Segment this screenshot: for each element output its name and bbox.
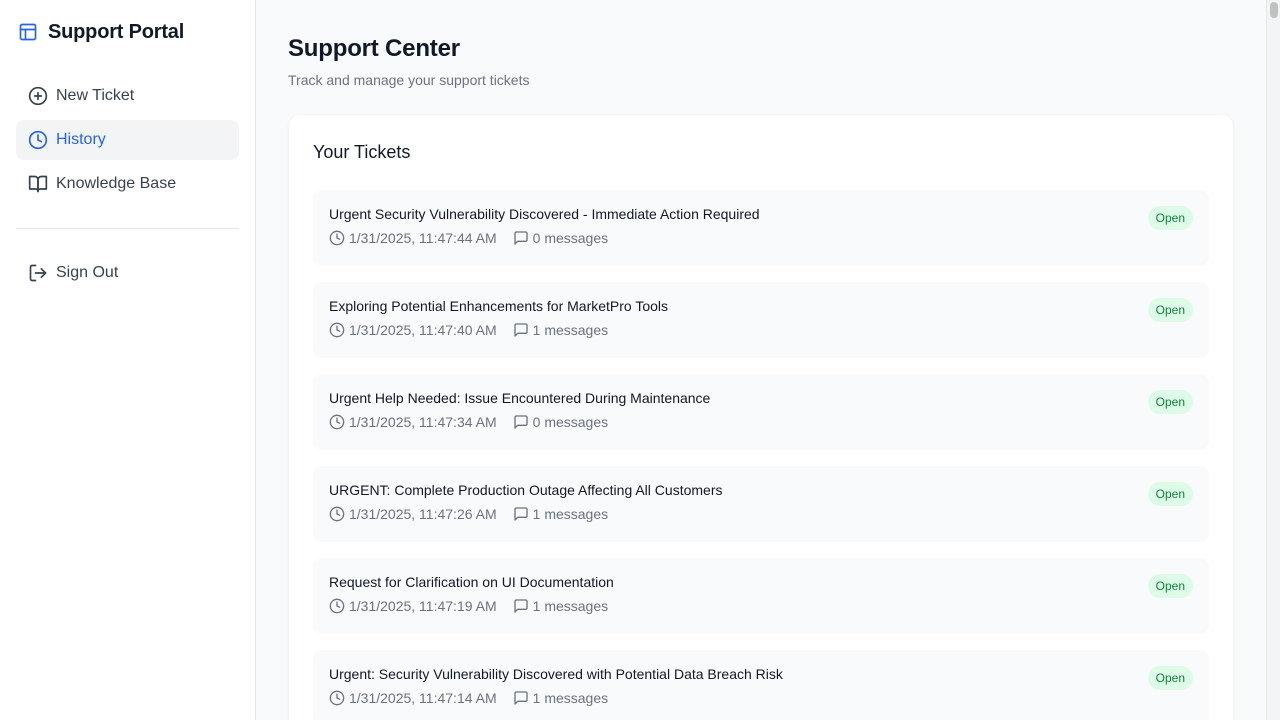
messages-count: 1 messages — [532, 690, 609, 706]
ticket-title: Exploring Potential Enhancements for Mar… — [329, 298, 669, 314]
sidebar-item-label: New Ticket — [56, 87, 135, 104]
sidebar-item-knowledge-base[interactable]: Knowledge Base — [16, 164, 239, 204]
message-square-icon — [513, 322, 529, 338]
ticket-messages: 1 messages — [513, 320, 608, 340]
messages-count: 0 messages — [532, 414, 609, 430]
status-badge: Open — [1147, 390, 1193, 414]
message-square-icon — [513, 598, 529, 614]
status-badge: Open — [1147, 206, 1193, 230]
page-subtitle: Track and manage your support tickets — [288, 72, 530, 88]
ticket-messages: 1 messages — [513, 596, 608, 616]
messages-count: 1 messages — [532, 598, 609, 614]
messages-count: 1 messages — [532, 506, 609, 522]
status-badge: Open — [1147, 298, 1193, 322]
ticket-timestamp: 1/31/2025, 11:47:26 AM — [329, 504, 497, 524]
message-square-icon — [513, 690, 529, 706]
message-square-icon — [513, 230, 529, 246]
sidebar-item-history[interactable]: History — [16, 120, 239, 160]
ticket-timestamp: 1/31/2025, 11:47:19 AM — [329, 596, 497, 616]
messages-count: 1 messages — [532, 322, 609, 338]
timestamp-text: 1/31/2025, 11:47:14 AM — [349, 690, 497, 706]
timestamp-text: 1/31/2025, 11:47:40 AM — [349, 322, 497, 338]
clock-icon — [329, 322, 345, 338]
ticket-timestamp: 1/31/2025, 11:47:44 AM — [329, 228, 497, 248]
scrollbar[interactable] — [1266, 0, 1280, 720]
ticket-meta: 1/31/2025, 11:47:44 AM 0 messages — [329, 228, 1193, 248]
clock-icon — [329, 690, 345, 706]
ticket-title: Urgent Security Vulnerability Discovered… — [329, 206, 760, 222]
message-square-icon — [513, 506, 529, 522]
ticket-timestamp: 1/31/2025, 11:47:40 AM — [329, 320, 497, 340]
ticket-timestamp: 1/31/2025, 11:47:34 AM — [329, 412, 497, 432]
ticket-messages: 0 messages — [513, 412, 608, 432]
ticket-timestamp: 1/31/2025, 11:47:14 AM — [329, 688, 497, 708]
ticket-row[interactable]: Urgent Security Vulnerability Discovered… — [313, 190, 1209, 266]
ticket-meta: 1/31/2025, 11:47:14 AM 1 messages — [329, 688, 1193, 708]
status-badge: Open — [1147, 574, 1193, 598]
status-badge: Open — [1147, 666, 1193, 690]
ticket-title: Request for Clarification on UI Document… — [329, 574, 614, 590]
ticket-title: Urgent Help Needed: Issue Encountered Du… — [329, 390, 711, 406]
clock-icon — [329, 414, 345, 430]
plus-circle-icon — [28, 86, 48, 106]
ticket-messages: 1 messages — [513, 688, 608, 708]
log-out-icon — [28, 263, 48, 283]
brand: Support Portal — [18, 18, 239, 46]
ticket-row[interactable]: Request for Clarification on UI Document… — [313, 558, 1209, 634]
sidebar-item-label: Knowledge Base — [56, 175, 177, 192]
message-square-icon — [513, 414, 529, 430]
sidebar-nav: New Ticket History Knowledge Base — [16, 76, 239, 204]
clock-icon — [329, 598, 345, 614]
scrollbar-thumb[interactable] — [1270, 2, 1278, 18]
ticket-row[interactable]: URGENT: Complete Production Outage Affec… — [313, 466, 1209, 542]
ticket-meta: 1/31/2025, 11:47:19 AM 1 messages — [329, 596, 1193, 616]
ticket-row[interactable]: Urgent: Security Vulnerability Discovere… — [313, 650, 1209, 720]
book-open-icon — [28, 174, 48, 194]
ticket-meta: 1/31/2025, 11:47:26 AM 1 messages — [329, 504, 1193, 524]
ticket-messages: 1 messages — [513, 504, 608, 524]
clock-icon — [329, 506, 345, 522]
sign-out-label: Sign Out — [56, 264, 119, 281]
layout-icon — [18, 22, 38, 42]
timestamp-text: 1/31/2025, 11:47:26 AM — [349, 506, 497, 522]
main-content: Support Center Track and manage your sup… — [256, 0, 1266, 720]
app-title: Support Portal — [48, 20, 185, 43]
ticket-title: URGENT: Complete Production Outage Affec… — [329, 482, 723, 498]
sidebar-item-label: History — [56, 131, 106, 148]
page-title: Support Center — [288, 35, 460, 62]
clock-icon — [28, 130, 48, 150]
ticket-messages: 0 messages — [513, 228, 608, 248]
sidebar: Support Portal New Ticket History Knowle… — [0, 0, 256, 720]
clock-icon — [329, 230, 345, 246]
ticket-row[interactable]: Urgent Help Needed: Issue Encountered Du… — [313, 374, 1209, 450]
timestamp-text: 1/31/2025, 11:47:34 AM — [349, 414, 497, 430]
sidebar-divider — [16, 228, 239, 229]
tickets-card: Your Tickets Urgent Security Vulnerabili… — [288, 114, 1234, 720]
status-badge: Open — [1147, 482, 1193, 506]
card-title: Your Tickets — [313, 142, 411, 162]
timestamp-text: 1/31/2025, 11:47:44 AM — [349, 230, 497, 246]
ticket-meta: 1/31/2025, 11:47:40 AM 1 messages — [329, 320, 1193, 340]
sign-out-button[interactable]: Sign Out — [16, 253, 239, 293]
timestamp-text: 1/31/2025, 11:47:19 AM — [349, 598, 497, 614]
ticket-title: Urgent: Security Vulnerability Discovere… — [329, 666, 783, 682]
ticket-row[interactable]: Exploring Potential Enhancements for Mar… — [313, 282, 1209, 358]
messages-count: 0 messages — [532, 230, 609, 246]
sidebar-item-new-ticket[interactable]: New Ticket — [16, 76, 239, 116]
ticket-meta: 1/31/2025, 11:47:34 AM 0 messages — [329, 412, 1193, 432]
ticket-list: Urgent Security Vulnerability Discovered… — [313, 190, 1209, 720]
